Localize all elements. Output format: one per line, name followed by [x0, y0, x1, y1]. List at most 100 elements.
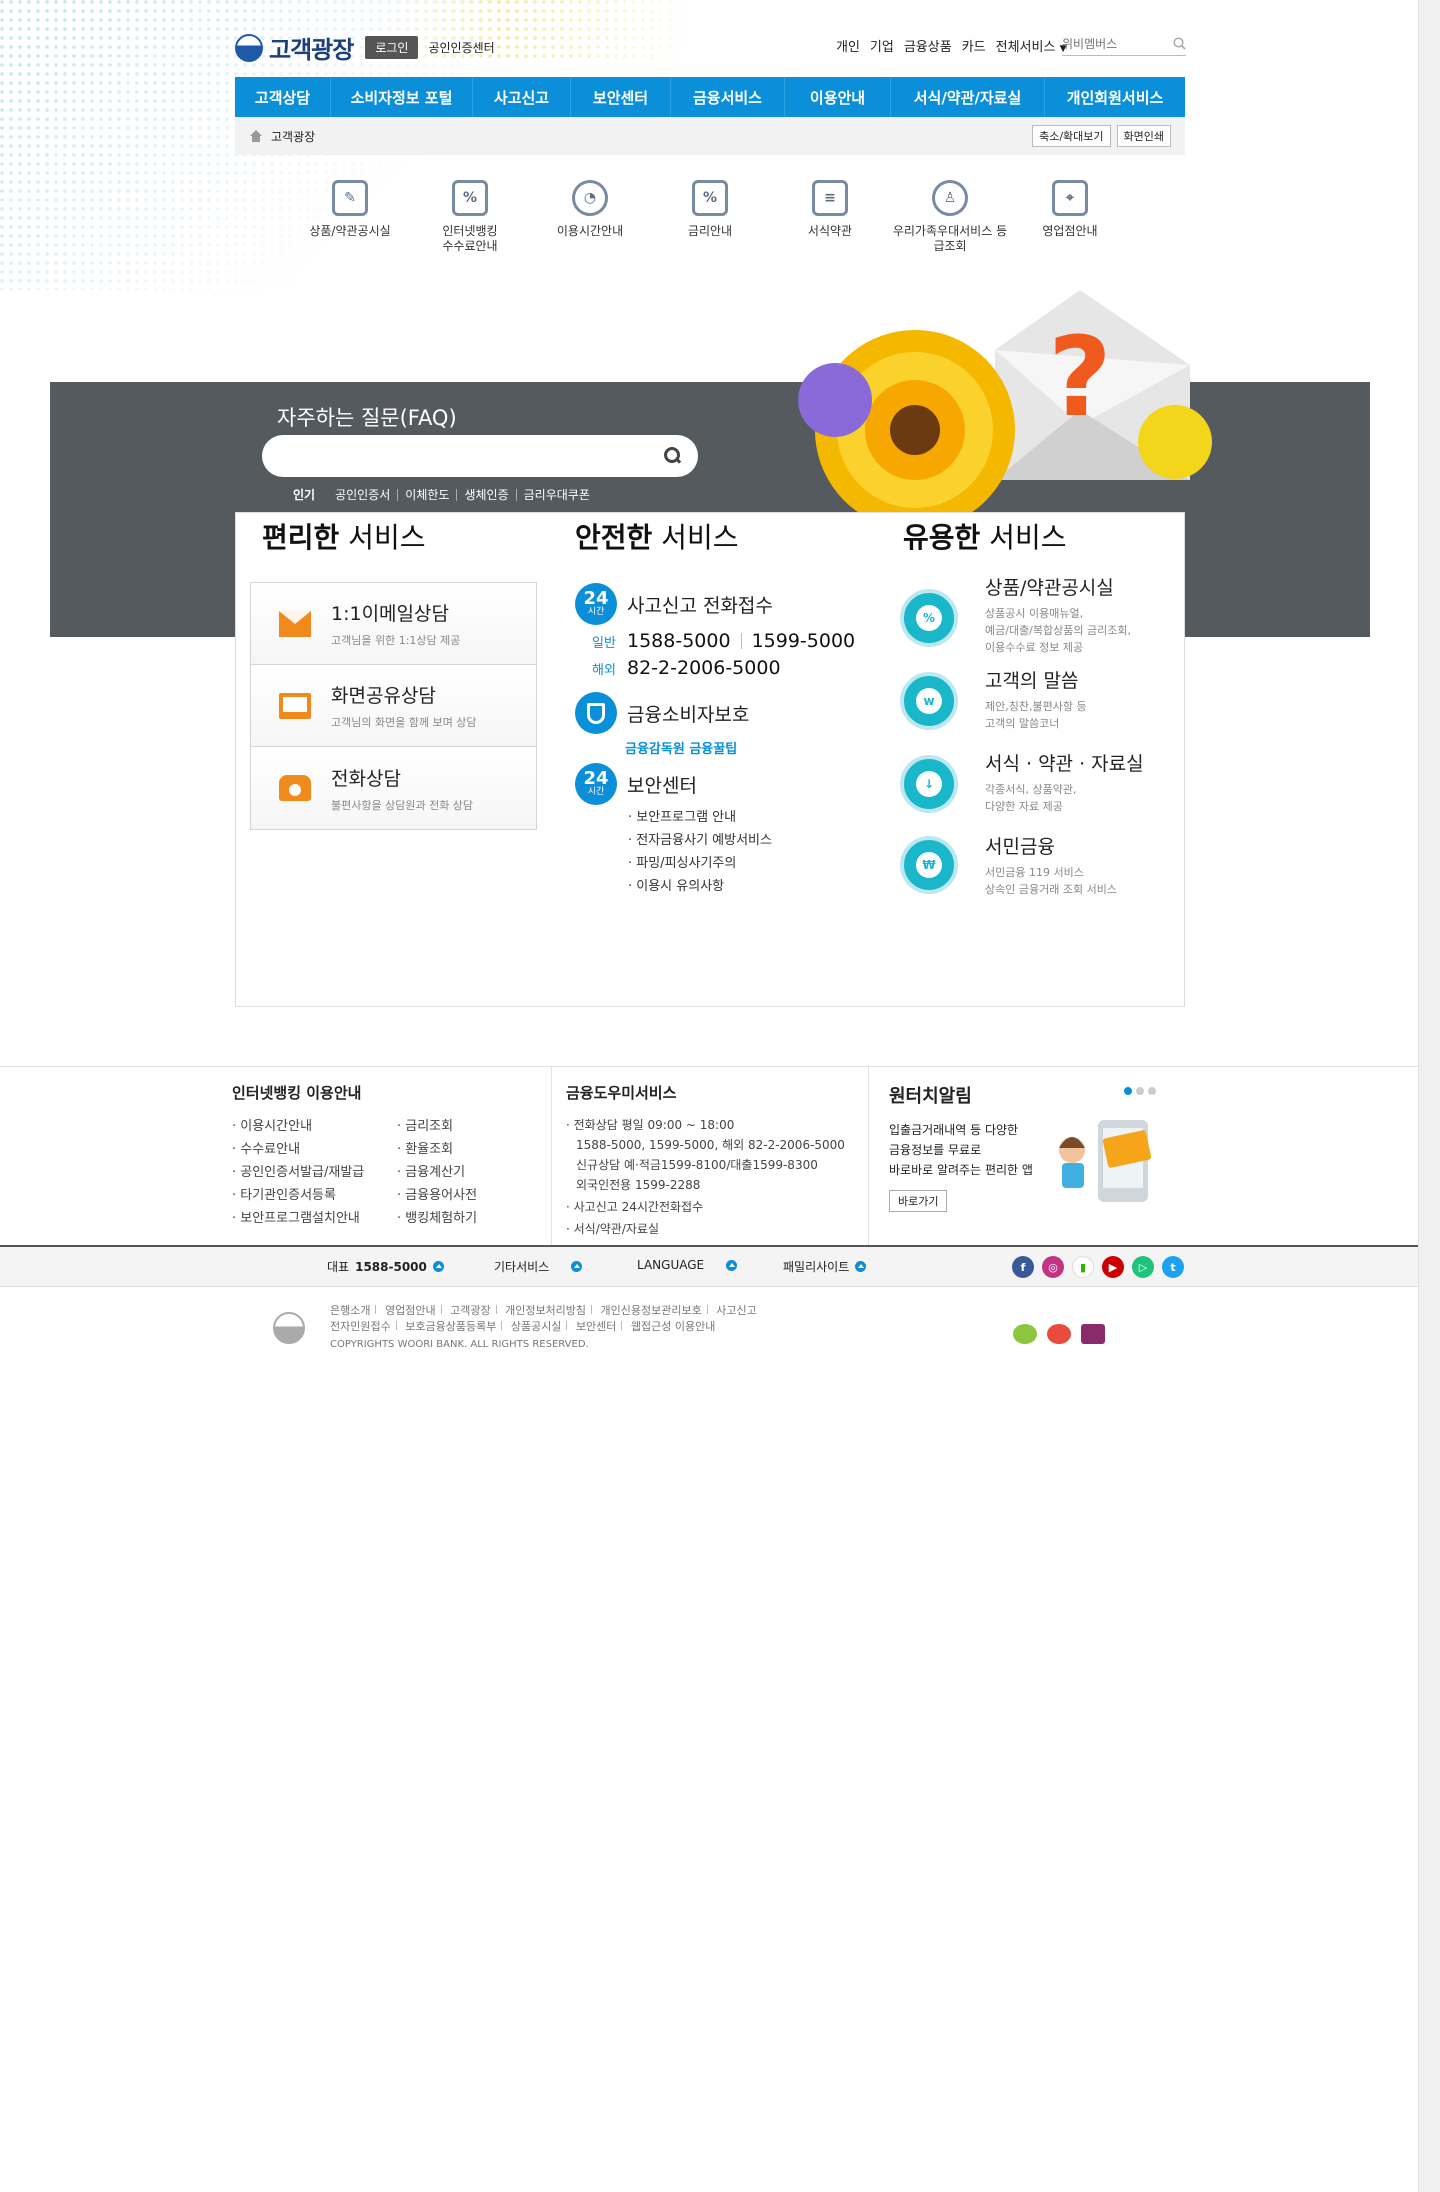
top-menu-products[interactable]: 금융상품 — [904, 36, 952, 55]
quick-link-label: 상품/약관공시실 — [309, 224, 391, 238]
nav-financial-services[interactable]: 금융서비스 — [671, 77, 785, 117]
security-item[interactable]: · 보안프로그램 안내 — [628, 806, 772, 829]
ib-link[interactable]: 금리조회 — [397, 1115, 477, 1138]
accident-title: 사고신고 전화접수 — [627, 594, 773, 617]
carousel-dot[interactable] — [1148, 1087, 1156, 1095]
other-services-dropdown[interactable]: 기타서비스 — [494, 1258, 583, 1275]
footer-link[interactable]: 웹접근성 이용안내 — [631, 1320, 715, 1333]
faq-search-input[interactable] — [278, 448, 658, 464]
language-dropdown[interactable]: LANGUAGE — [637, 1258, 738, 1272]
youtube-icon[interactable]: ▶ — [1102, 1256, 1124, 1278]
helper-line[interactable]: · 사고신고 24시간전화접수 — [566, 1197, 845, 1217]
email-consult[interactable]: 1:1이메일상담 고객님을 위한 1:1상담 제공 — [251, 583, 536, 665]
useful-customer-voice[interactable]: w 고객의 말씀 제안,칭찬,불편사항 등 고객의 말씀코너 — [900, 666, 1087, 732]
accident-report[interactable]: 24 시간 사고신고 전화접수 — [575, 583, 773, 625]
instagram-icon[interactable]: ◎ — [1042, 1256, 1064, 1278]
ib-link[interactable]: 뱅킹체험하기 — [397, 1207, 477, 1230]
helper-line: · 전화상담 평일 09:00 ~ 18:00 — [566, 1118, 735, 1132]
home-icon[interactable] — [249, 130, 263, 142]
quick-link-product-disclosure[interactable]: ✎ 상품/약관공시실 — [290, 180, 410, 254]
footer-link[interactable]: 고객광장 — [450, 1304, 490, 1317]
nav-forms-terms[interactable]: 서식/약관/자료실 — [891, 77, 1045, 117]
quick-link-label: 서식약관 — [807, 224, 853, 238]
carousel-dots — [1124, 1087, 1156, 1095]
nav-consumer-portal[interactable]: 소비자정보 포털 — [331, 77, 473, 117]
scrollbar[interactable] — [1418, 0, 1440, 2192]
useful-product-disclosure[interactable]: % 상품/약관공시실 상품공시 이용매뉴얼, 예금/대출/복합상품의 금리조회, 이… — [900, 573, 1131, 656]
footer-link[interactable]: 상품공시실 — [511, 1320, 562, 1333]
carousel-dot[interactable] — [1136, 1087, 1144, 1095]
quick-link-forms[interactable]: ≡ 서식약관 — [770, 180, 890, 254]
useful-title: 서민금융 — [985, 836, 1055, 858]
search-icon[interactable] — [664, 447, 682, 465]
twitter-icon[interactable]: t — [1162, 1256, 1184, 1278]
top-search-input[interactable] — [1062, 36, 1162, 51]
helper-title: 금융도우미서비스 — [566, 1084, 677, 1102]
consult-title: 화면공유상담 — [331, 685, 436, 707]
top-menu-personal[interactable]: 개인 — [836, 36, 860, 55]
useful-low-income-finance[interactable]: ₩ 서민금융 서민금융 119 서비스 상속인 금융거래 조회 서비스 — [900, 832, 1117, 898]
security-list: · 보안프로그램 안내 · 전자금융사기 예방서비스 · 파밍/피싱사기주의 ·… — [628, 806, 772, 898]
nav-usage-guide[interactable]: 이용안내 — [785, 77, 891, 117]
top-menu-corporate[interactable]: 기업 — [870, 36, 894, 55]
consumer-protection[interactable]: 금융소비자보호 — [575, 692, 749, 734]
carousel-dot-active[interactable] — [1124, 1087, 1132, 1095]
nav-security-center[interactable]: 보안센터 — [571, 77, 671, 117]
screen-share-consult[interactable]: 화면공유상담 고객님의 화면을 함께 보며 상담 — [251, 665, 536, 747]
search-icon[interactable] — [1173, 37, 1186, 50]
nav-consult[interactable]: 고객상담 — [235, 77, 331, 117]
footer-link[interactable]: 보안센터 — [576, 1320, 616, 1333]
ib-link[interactable]: 금융용어사전 — [397, 1184, 477, 1207]
security-center[interactable]: 24 시간 보안센터 — [575, 763, 697, 805]
isms-cert-icon[interactable] — [1047, 1324, 1071, 1344]
ib-link[interactable]: 수수료안내 — [232, 1138, 397, 1161]
security-item[interactable]: · 전자금융사기 예방서비스 — [628, 829, 772, 852]
privacy-cert-icon[interactable] — [1081, 1324, 1105, 1344]
ib-link[interactable]: 공인인증서발급/재발급 — [232, 1161, 397, 1184]
ib-link[interactable]: 환율조회 — [397, 1138, 477, 1161]
quick-link-branch[interactable]: ⌖ 영업점안내 — [1010, 180, 1130, 254]
footer-link[interactable]: 영업점안내 — [385, 1304, 436, 1317]
quick-link-hours[interactable]: ◔ 이용시간안내 — [530, 180, 650, 254]
naver-post-icon[interactable]: ▮ — [1072, 1256, 1094, 1278]
quick-link-family[interactable]: ♙ 우리가족우대서비스 등급조회 — [890, 180, 1010, 254]
ib-link[interactable]: 타기관인증서등록 — [232, 1184, 397, 1207]
security-item[interactable]: · 파밍/피싱사기주의 — [628, 852, 772, 875]
faq-tag-coupon[interactable]: 금리우대쿠폰 — [515, 489, 597, 501]
faq-tag-cert[interactable]: 공인인증서 — [328, 489, 397, 501]
useful-forms[interactable]: ↓ 서식 · 약관 · 자료실 각종서식, 상품약관, 다양한 자료 제공 — [900, 749, 1144, 815]
wonter-button[interactable]: 바로가기 — [889, 1190, 948, 1212]
nav-member-services[interactable]: 개인회원서비스 — [1045, 77, 1185, 117]
quick-link-ib-fee[interactable]: % 인터넷뱅킹 수수료안내 — [410, 180, 530, 254]
zoom-button[interactable]: 축소/확대보기 — [1032, 125, 1111, 147]
useful-title: 유용한 서비스 — [903, 516, 1066, 556]
ib-link[interactable]: 이용시간안내 — [232, 1115, 397, 1138]
faq-tag-transfer-limit[interactable]: 이체한도 — [397, 489, 456, 501]
footer-link[interactable]: 개인신용정보관리보호 — [601, 1304, 702, 1317]
phone-consult[interactable]: 전화상담 불편사항을 상담원과 전화 상담 — [251, 747, 536, 829]
footer-link[interactable]: 은행소개 — [330, 1304, 370, 1317]
consumer-links[interactable]: 금융감독원 금융꿀팁 — [625, 738, 737, 757]
helper-line[interactable]: · 서식/약관/자료실 — [566, 1219, 845, 1239]
top-menu-card[interactable]: 카드 — [962, 36, 986, 55]
play-icon[interactable]: ▷ — [1132, 1256, 1154, 1278]
ib-link[interactable]: 금융계산기 — [397, 1161, 477, 1184]
site-logo[interactable]: 고객광장 로그인 공인인증센터 — [235, 30, 495, 65]
cert-center-link[interactable]: 공인인증센터 — [428, 39, 494, 56]
footer-link[interactable]: 전자민원접수 — [330, 1320, 391, 1333]
quick-link-interest[interactable]: % 금리안내 — [650, 180, 770, 254]
ib-link[interactable]: 보안프로그램설치안내 — [232, 1207, 397, 1230]
facebook-icon[interactable]: f — [1012, 1256, 1034, 1278]
rep-phone[interactable]: 대표 1588-5000 — [327, 1258, 444, 1275]
login-button[interactable]: 로그인 — [365, 36, 419, 59]
top-menu-all[interactable]: 전체서비스 ▼ — [996, 36, 1067, 55]
faq-tag-biometric[interactable]: 생체인증 — [456, 489, 515, 501]
footer-link[interactable]: 보호금융상품등록부 — [405, 1320, 496, 1333]
family-site-dropdown[interactable]: 패밀리사이트 — [783, 1258, 867, 1275]
web-accessibility-cert-icon[interactable] — [1013, 1324, 1037, 1344]
nav-accident-report[interactable]: 사고신고 — [473, 77, 571, 117]
print-button[interactable]: 화면인쇄 — [1116, 125, 1171, 147]
footer-link[interactable]: 사고신고 — [716, 1304, 756, 1317]
security-item[interactable]: · 이용시 유의사항 — [628, 875, 772, 898]
footer-link[interactable]: 개인정보처리방침 — [505, 1304, 586, 1317]
